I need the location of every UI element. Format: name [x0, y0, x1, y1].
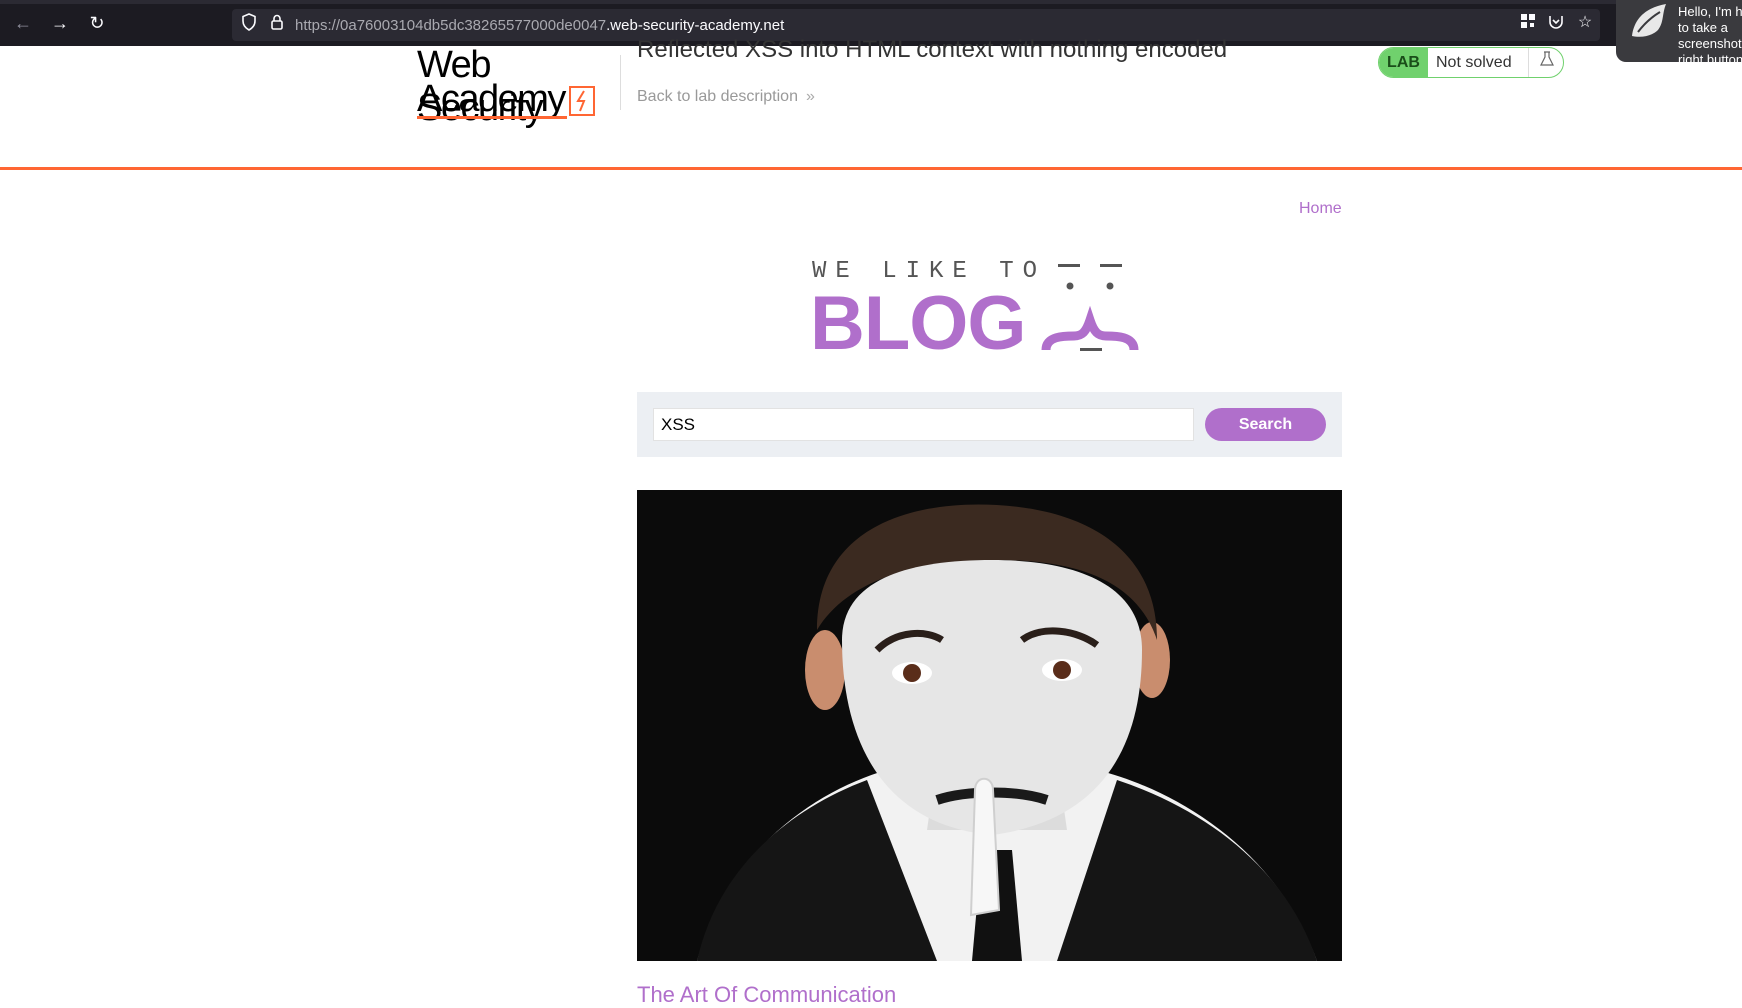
- shield-icon[interactable]: [239, 13, 259, 33]
- screenshot-helper-popup[interactable]: Hello, I'm here to take a screenshot, ri…: [1616, 0, 1742, 62]
- home-link[interactable]: Home: [1299, 200, 1342, 218]
- web-security-academy-logo[interactable]: Web Security Academy: [417, 44, 617, 129]
- back-icon[interactable]: ←: [12, 12, 34, 34]
- lab-status-text: Not solved: [1436, 54, 1512, 71]
- lab-status-badge: LAB Not solved: [1378, 47, 1564, 78]
- lightning-icon: [569, 86, 595, 116]
- blog-logo-word: BLOG: [810, 281, 1027, 366]
- bookmark-star-icon[interactable]: ☆: [1575, 13, 1595, 33]
- lab-title: Reflected XSS into HTML context with not…: [637, 36, 1228, 63]
- blog-face-icon: [1041, 264, 1139, 351]
- url-prefix: https://0a76003104db5dc38265577000de0047: [295, 17, 607, 34]
- back-link-label: Back to lab description: [637, 88, 798, 105]
- save-to-pocket-icon[interactable]: [1546, 13, 1566, 33]
- url-text[interactable]: https://0a76003104db5dc38265577000de0047…: [295, 17, 784, 34]
- forward-icon[interactable]: →: [49, 12, 71, 34]
- back-to-lab-description-link[interactable]: Back to lab description »: [637, 88, 815, 106]
- logo-line2: Academy: [417, 78, 566, 120]
- helper-logo-icon: [1632, 4, 1666, 37]
- helper-popup-text: Hello, I'm here to take a screenshot, ri…: [1678, 4, 1742, 62]
- header-divider: [620, 55, 621, 110]
- qr-code-icon[interactable]: [1518, 13, 1538, 33]
- blog-post-image[interactable]: [637, 490, 1342, 961]
- blog-post-title[interactable]: The Art Of Communication: [637, 982, 896, 1008]
- search-input[interactable]: XSS: [653, 408, 1194, 441]
- double-chevron-icon: »: [805, 88, 815, 105]
- lab-label: LAB: [1379, 48, 1428, 77]
- logo-underline: [417, 116, 567, 119]
- search-button[interactable]: Search: [1205, 408, 1326, 441]
- tab-strip: [0, 0, 1742, 4]
- reload-icon[interactable]: ↻: [86, 12, 108, 34]
- lock-icon[interactable]: [267, 13, 287, 33]
- blog-logo: WE LIKE TO BLOG: [810, 258, 1170, 366]
- flask-icon: [1528, 48, 1563, 77]
- header-orange-rule: [0, 167, 1742, 170]
- mime-photo: [637, 490, 1342, 961]
- url-domain: .web-security-academy.net: [606, 17, 785, 34]
